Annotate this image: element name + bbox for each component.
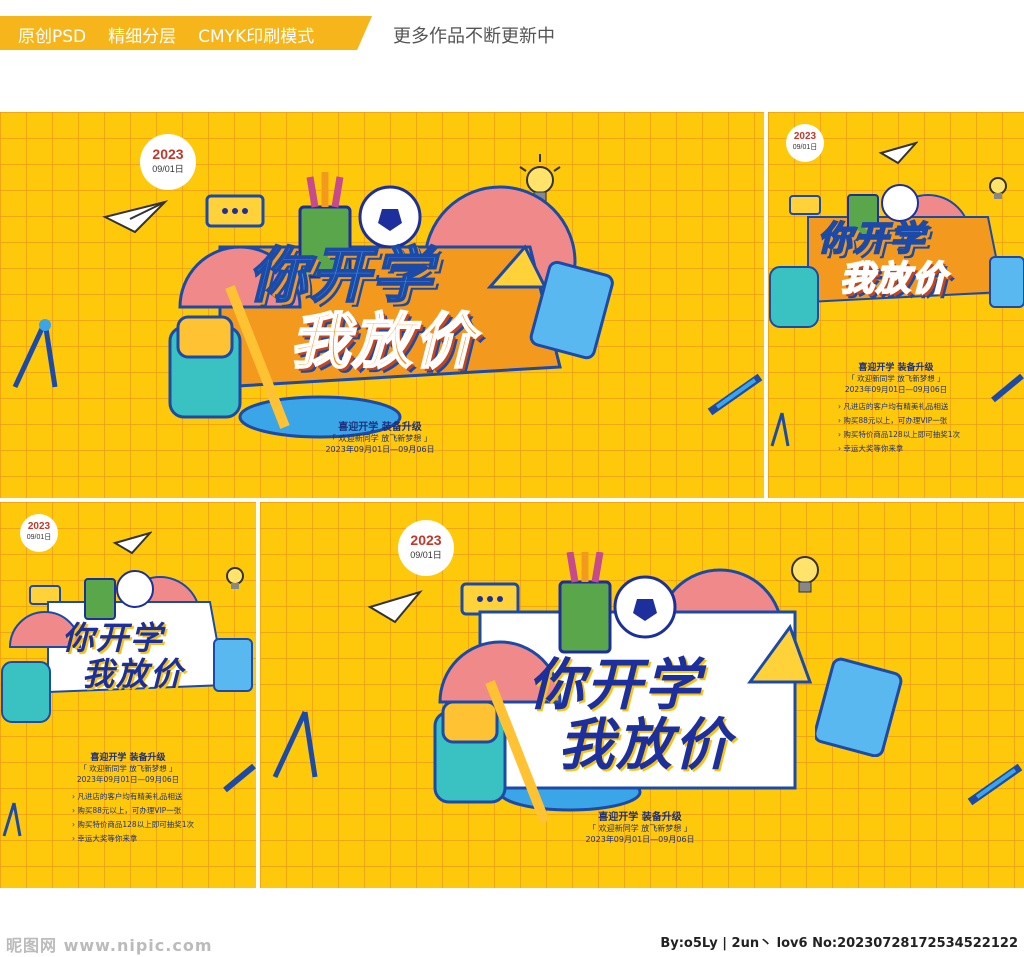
- tag-cmyk: CMYK印刷模式: [198, 27, 315, 47]
- list-item: › 购买88元以上，可办理VIP一张: [72, 806, 182, 815]
- tag-psd: 原创PSD: [18, 27, 87, 47]
- paper-plane-icon: [367, 590, 423, 624]
- headline-line2: 我放价: [558, 713, 732, 778]
- date-badge: 2023 09/01日: [786, 124, 824, 162]
- list-item: › 凡进店的客户均有精美礼品相送: [838, 402, 949, 411]
- watermark-text: 昵图网 www.nipic.com: [6, 936, 213, 955]
- compass-icon: [272, 710, 318, 779]
- pen-icon: [223, 763, 256, 793]
- paper-plane-icon: [112, 531, 152, 555]
- compass-icon: [2, 802, 22, 837]
- headline-line1: 你开学: [528, 653, 702, 718]
- poster-narrow-3d: 2023 09/01日 你开学 我放价 喜迎开学 装备升级 「 欢迎新同学 放飞…: [768, 112, 1024, 498]
- list-item: › 幸运大奖等你来拿: [72, 834, 138, 843]
- pen-icon: [991, 373, 1024, 403]
- list-item: › 购买88元以上，可办理VIP一张: [838, 416, 948, 425]
- poster-caption: 喜迎开学 装备升级 「 欢迎新同学 放飞新梦想 」 2023年09月01日—09…: [844, 363, 948, 394]
- headline-line1: 你开学: [62, 619, 165, 657]
- headline-line2: 我放价: [82, 655, 185, 693]
- poster-wide-flat: 2023 09/01日 你开学 我放价 喜迎开学 装备升级 「 欢迎新同学 放飞…: [260, 502, 1024, 888]
- poster-caption: 喜迎开学 装备升级 「 欢迎新同学 放飞新梦想 」 2023年09月01日—09…: [76, 753, 180, 784]
- poster-caption: 喜迎开学 装备升级 「 欢迎新同学 放飞新梦想 」 2023年09月01日—09…: [325, 422, 435, 454]
- date-badge: 2023 09/01日: [20, 514, 58, 552]
- headline-line1: 你开学: [817, 219, 926, 259]
- pen-icon: [707, 373, 763, 416]
- header-tags: 原创PSD 精细分层 CMYK印刷模式: [18, 22, 314, 47]
- poster-caption: 喜迎开学 装备升级 「 欢迎新同学 放飞新梦想 」 2023年09月01日—09…: [585, 812, 695, 844]
- compass-icon: [770, 412, 790, 447]
- compass-icon: [12, 319, 58, 389]
- image-id-text: By:o5Ly | 2un丶 lov6 No:20230728172534522…: [660, 936, 1018, 951]
- list-item: › 幸运大奖等你来拿: [838, 444, 904, 453]
- list-item: › 购买特价商品128以上即可抽奖1次: [838, 430, 960, 439]
- list-item: › 购买特价商品128以上即可抽奖1次: [72, 820, 194, 829]
- headline-line2: 我放价: [839, 259, 948, 299]
- list-item: › 凡进店的客户均有精美礼品相送: [72, 792, 183, 801]
- poster-wide-3d: 2023 09/01日 你开学 我放价 喜迎开学 装备升级 「 欢迎新同学 放飞…: [0, 112, 764, 498]
- offer-list: › 凡进店的客户均有精美礼品相送 › 购买88元以上，可办理VIP一张 › 购买…: [838, 400, 960, 456]
- poster-narrow-flat: 2023 09/01日 你开学 我放价 喜迎开学 装备升级 「 欢迎新同学 放飞…: [0, 502, 256, 888]
- headline-line1: 你开学: [247, 241, 434, 311]
- header-note: 更多作品不断更新中: [393, 26, 555, 47]
- pen-icon: [967, 763, 1023, 806]
- paper-plane-icon: [878, 141, 918, 165]
- calculator-icon: [815, 657, 903, 757]
- tag-layers: 精细分层: [108, 27, 177, 47]
- headline-line2: 我放价: [289, 307, 476, 377]
- offer-list: › 凡进店的客户均有精美礼品相送 › 购买88元以上，可办理VIP一张 › 购买…: [72, 790, 194, 846]
